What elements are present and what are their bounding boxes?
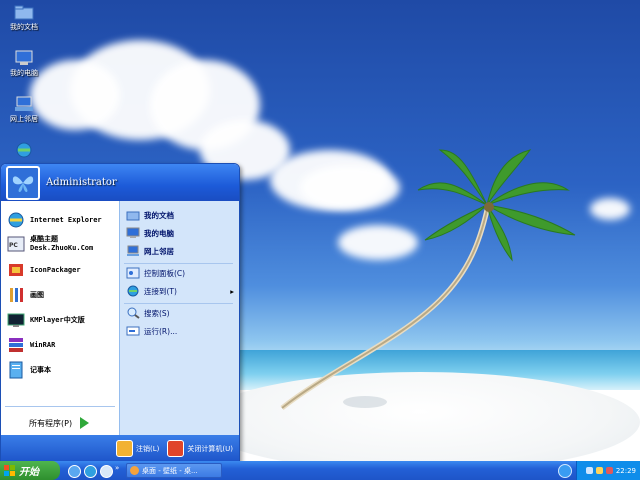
separator bbox=[124, 303, 233, 304]
program-label: 画图 bbox=[30, 291, 44, 299]
program-kmplayer[interactable]: KMPlayer中文版 bbox=[7, 311, 85, 329]
network-icon bbox=[126, 245, 140, 257]
iconpackager-icon bbox=[7, 261, 25, 279]
program-zhuoku-theme[interactable]: PC 桌酷主题 Desk.ZhuoKu.Com bbox=[7, 235, 93, 253]
chevron-right-icon: ▸ bbox=[230, 286, 234, 296]
program-label: KMPlayer中文版 bbox=[30, 316, 85, 324]
all-programs-label: 所有程序(P) bbox=[29, 418, 73, 428]
start-menu: Administrator Internet Explorer PC 桌酷主题 … bbox=[0, 163, 240, 463]
notepad-icon bbox=[7, 361, 25, 379]
tray-expand-icon[interactable] bbox=[558, 464, 572, 478]
place-my-computer[interactable]: 我的电脑 bbox=[126, 227, 174, 239]
program-label: IconPackager bbox=[30, 266, 81, 274]
control-panel-icon bbox=[126, 267, 140, 279]
place-label: 运行(R)... bbox=[144, 326, 178, 336]
place-label: 我的电脑 bbox=[144, 228, 174, 238]
start-label: 开始 bbox=[19, 467, 39, 478]
program-iconpackager[interactable]: IconPackager bbox=[7, 261, 81, 279]
place-label: 我的文档 bbox=[144, 210, 174, 220]
taskbar-window-button[interactable]: 桌面 - 壁纸 - 桌... bbox=[126, 463, 222, 478]
program-sublabel: Desk.ZhuoKu.Com bbox=[30, 244, 94, 252]
paint-icon bbox=[7, 286, 25, 304]
kmplayer-icon bbox=[7, 311, 25, 329]
desktop-icon-internet[interactable] bbox=[2, 142, 46, 160]
place-run[interactable]: 运行(R)... bbox=[126, 325, 177, 337]
username: Administrator bbox=[46, 177, 117, 188]
places-panel: 我的文档 我的电脑 网上邻居 控制面板(C) 连接到(T) ▸ 搜索(S) 运行… bbox=[119, 201, 239, 435]
network-icon bbox=[14, 96, 34, 112]
arrow-right-icon bbox=[80, 417, 90, 429]
theme-icon: PC bbox=[7, 235, 25, 253]
internet-explorer-icon bbox=[14, 142, 34, 158]
program-paint[interactable]: 画图 bbox=[7, 286, 44, 304]
system-tray: 22:29 bbox=[576, 461, 640, 480]
clock[interactable]: 22:29 bbox=[616, 467, 636, 475]
security-tray-icon[interactable] bbox=[605, 467, 613, 474]
shutdown-button[interactable]: 关闭计算机(U) bbox=[167, 440, 233, 457]
program-internet-explorer[interactable]: Internet Explorer bbox=[7, 211, 102, 229]
internet-explorer-icon bbox=[7, 211, 25, 229]
shutdown-label: 关闭计算机(U) bbox=[187, 444, 233, 453]
separator bbox=[124, 263, 233, 264]
program-label: Internet Explorer bbox=[30, 216, 102, 224]
quicklaunch-ie-icon[interactable] bbox=[84, 465, 97, 478]
power-icon bbox=[167, 440, 185, 457]
folder-icon bbox=[126, 209, 140, 221]
place-connect-to[interactable]: 连接到(T) ▸ bbox=[126, 285, 234, 297]
program-label: 桌酷主题 bbox=[30, 235, 58, 243]
place-network[interactable]: 网上邻居 bbox=[126, 245, 174, 257]
place-my-documents[interactable]: 我的文档 bbox=[126, 209, 174, 221]
search-icon bbox=[126, 307, 140, 319]
windows-flag-icon bbox=[4, 465, 15, 476]
place-label: 网上邻居 bbox=[144, 246, 174, 256]
folder-icon bbox=[14, 4, 34, 20]
all-programs-button[interactable]: 所有程序(P) bbox=[29, 417, 90, 429]
start-menu-footer: 注销(L) 关闭计算机(U) bbox=[1, 435, 239, 462]
network-tray-icon[interactable] bbox=[585, 467, 593, 474]
pinned-programs: Internet Explorer PC 桌酷主题 Desk.ZhuoKu.Co… bbox=[1, 201, 119, 435]
desktop-icon-label: 我的文档 bbox=[10, 23, 38, 31]
svg-text:PC: PC bbox=[9, 242, 18, 249]
place-label: 搜索(S) bbox=[144, 308, 170, 318]
task-label: 桌面 - 壁纸 - 桌... bbox=[142, 466, 198, 475]
desktop-icon-my-documents[interactable]: 我的文档 bbox=[2, 4, 46, 32]
computer-icon bbox=[126, 227, 140, 239]
desktop-icon-my-computer[interactable]: 我的电脑 bbox=[2, 50, 46, 78]
connect-icon bbox=[126, 285, 140, 297]
winrar-icon bbox=[7, 336, 25, 354]
desktop-icon-network[interactable]: 网上邻居 bbox=[2, 96, 46, 124]
browser-icon bbox=[130, 466, 139, 475]
start-button[interactable]: 开始 bbox=[0, 461, 60, 480]
program-label: WinRAR bbox=[30, 341, 56, 349]
quicklaunch-desktop-icon[interactable] bbox=[100, 465, 113, 478]
place-label: 控制面板(C) bbox=[144, 268, 186, 278]
separator bbox=[5, 406, 115, 407]
volume-tray-icon[interactable] bbox=[595, 467, 603, 474]
program-label: 记事本 bbox=[30, 366, 51, 374]
computer-icon bbox=[14, 50, 34, 66]
place-control-panel[interactable]: 控制面板(C) bbox=[126, 267, 185, 279]
place-label: 连接到(T) bbox=[144, 286, 177, 296]
logoff-label: 注销(L) bbox=[136, 444, 160, 453]
chevron-right-icon[interactable]: » bbox=[115, 464, 119, 472]
quicklaunch-media-icon[interactable] bbox=[68, 465, 81, 478]
start-menu-header: Administrator bbox=[1, 164, 239, 201]
desktop-icon-label: 网上邻居 bbox=[10, 115, 38, 123]
key-icon bbox=[116, 440, 134, 457]
butterfly-icon bbox=[12, 175, 34, 192]
taskbar: 开始 » 桌面 - 壁纸 - 桌... 22:29 bbox=[0, 461, 640, 480]
place-search[interactable]: 搜索(S) bbox=[126, 307, 170, 319]
user-avatar[interactable] bbox=[6, 165, 40, 200]
program-winrar[interactable]: WinRAR bbox=[7, 336, 55, 354]
logoff-button[interactable]: 注销(L) bbox=[116, 440, 159, 457]
run-icon bbox=[126, 325, 140, 337]
desktop-icon-label: 我的电脑 bbox=[10, 69, 38, 77]
program-notepad[interactable]: 记事本 bbox=[7, 361, 51, 379]
